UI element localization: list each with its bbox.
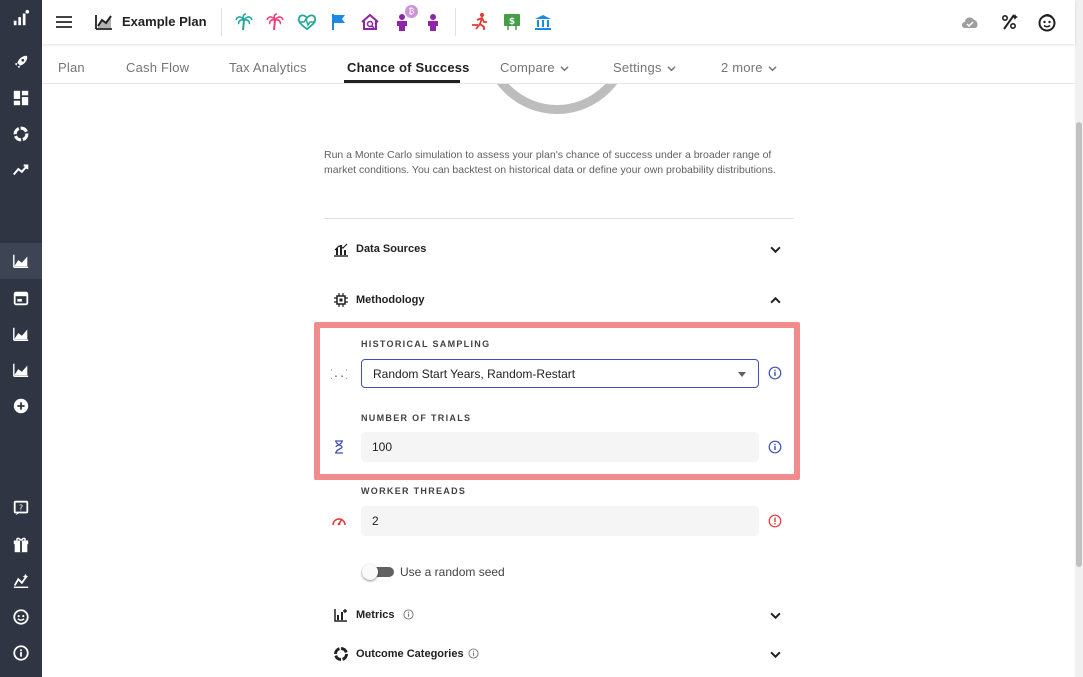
section-title: Data Sources bbox=[356, 243, 427, 255]
speedometer-icon bbox=[332, 518, 346, 526]
section-title: Outcome Categories bbox=[356, 648, 464, 660]
chevron-down-icon[interactable] bbox=[770, 244, 781, 255]
svg-text:?: ? bbox=[19, 503, 23, 513]
tab-more-label: 2 more bbox=[721, 60, 763, 75]
hourglass-icon bbox=[335, 440, 343, 454]
chart-sparkle-icon[interactable] bbox=[11, 571, 31, 591]
chevron-down-icon[interactable] bbox=[770, 610, 781, 621]
random-seed-toggle[interactable] bbox=[362, 564, 394, 580]
person-icon[interactable] bbox=[423, 12, 443, 32]
area-chart-icon[interactable] bbox=[0, 243, 42, 279]
percent-icon[interactable] bbox=[999, 12, 1019, 32]
tab-tax-analytics[interactable]: Tax Analytics bbox=[229, 60, 307, 75]
code-braces-icon: {..} bbox=[331, 369, 347, 380]
info-icon[interactable] bbox=[768, 366, 782, 380]
section-data-sources[interactable]: Data Sources bbox=[333, 240, 783, 260]
area-chart-icon[interactable] bbox=[11, 360, 31, 380]
chip-icon bbox=[334, 293, 348, 307]
tab-chance-of-success[interactable]: Chance of Success bbox=[347, 60, 470, 75]
face-icon[interactable] bbox=[11, 607, 31, 627]
rocket-icon[interactable] bbox=[11, 52, 31, 72]
tab-bar: Plan Cash Flow Tax Analytics Chance of S… bbox=[42, 44, 1075, 84]
help-icon[interactable]: ? bbox=[11, 498, 31, 518]
area-chart-icon[interactable] bbox=[11, 324, 31, 344]
divider bbox=[324, 218, 794, 219]
worker-threads-label: WORKER THREADS bbox=[361, 486, 467, 496]
section-title: Methodology bbox=[356, 294, 425, 306]
palm-tree-icon[interactable] bbox=[265, 12, 285, 32]
user-avatar-icon[interactable] bbox=[1037, 12, 1057, 32]
dropdown-caret-icon bbox=[738, 372, 746, 377]
chevron-up-icon[interactable] bbox=[770, 295, 781, 306]
worker-threads-input[interactable] bbox=[361, 506, 759, 536]
house-search-icon[interactable] bbox=[360, 12, 380, 32]
flag-icon[interactable] bbox=[329, 12, 349, 32]
tab-settings-label: Settings bbox=[613, 60, 662, 75]
add-circle-icon[interactable] bbox=[11, 396, 31, 416]
chevron-down-icon bbox=[560, 66, 569, 72]
section-metrics[interactable]: Metrics bbox=[333, 606, 783, 626]
info-icon[interactable] bbox=[403, 609, 414, 620]
scrollbar-thumb[interactable] bbox=[1076, 122, 1082, 567]
historical-sampling-value: Random Start Years, Random-Restart bbox=[373, 367, 576, 381]
plan-title[interactable]: Example Plan bbox=[122, 14, 207, 29]
chevron-down-icon[interactable] bbox=[770, 649, 781, 660]
calendar-icon[interactable] bbox=[11, 288, 31, 308]
heartbeat-icon[interactable] bbox=[297, 12, 317, 32]
left-rail: ? bbox=[0, 0, 42, 677]
random-seed-label: Use a random seed bbox=[400, 565, 505, 579]
notification-badge: ₿ bbox=[405, 5, 418, 18]
donut-chart-icon bbox=[334, 647, 348, 661]
trend-icon[interactable] bbox=[11, 160, 31, 180]
vertical-scrollbar[interactable] bbox=[1075, 0, 1083, 677]
tab-cash-flow[interactable]: Cash Flow bbox=[126, 60, 189, 75]
tab-more[interactable]: 2 more bbox=[721, 60, 777, 75]
tab-settings[interactable]: Settings bbox=[613, 60, 676, 75]
number-of-trials-label: NUMBER OF TRIALS bbox=[361, 413, 472, 423]
tab-plan[interactable]: Plan bbox=[58, 60, 85, 75]
toggle-knob bbox=[362, 564, 378, 580]
svg-text:{..}: {..} bbox=[331, 369, 347, 380]
svg-text:$: $ bbox=[509, 17, 515, 27]
historical-sampling-label: HISTORICAL SAMPLING bbox=[361, 339, 491, 349]
info-icon[interactable] bbox=[768, 440, 782, 454]
chevron-down-icon bbox=[666, 66, 676, 72]
divider bbox=[221, 8, 222, 36]
donut-chart-icon[interactable] bbox=[11, 124, 31, 144]
number-of-trials-input[interactable] bbox=[361, 432, 759, 462]
palm-tree-icon[interactable] bbox=[234, 12, 254, 32]
section-methodology[interactable]: Methodology bbox=[333, 291, 783, 311]
section-outcome-categories[interactable]: Outcome Categories bbox=[333, 645, 783, 665]
run-icon[interactable] bbox=[470, 12, 490, 32]
top-header: Example Plan ₿ $ bbox=[42, 0, 1075, 44]
app-logo-icon[interactable] bbox=[11, 8, 31, 28]
warning-info-icon[interactable] bbox=[768, 514, 782, 528]
gift-icon[interactable] bbox=[11, 535, 31, 555]
section-title: Metrics bbox=[356, 609, 395, 621]
dashboard-icon[interactable] bbox=[11, 88, 31, 108]
cloud-icon[interactable] bbox=[960, 12, 980, 32]
intro-text: Run a Monte Carlo simulation to assess y… bbox=[324, 149, 776, 176]
metrics-chart-icon bbox=[334, 609, 347, 622]
info-icon[interactable] bbox=[11, 643, 31, 663]
active-tab-underline bbox=[344, 80, 460, 83]
info-icon[interactable] bbox=[468, 648, 479, 659]
money-icon[interactable]: $ bbox=[502, 12, 522, 32]
historical-sampling-select[interactable]: Random Start Years, Random-Restart bbox=[361, 359, 759, 388]
menu-icon[interactable] bbox=[55, 12, 73, 32]
data-sources-icon bbox=[334, 243, 348, 257]
bank-icon[interactable] bbox=[533, 12, 553, 32]
tab-compare[interactable]: Compare bbox=[500, 60, 569, 75]
plan-chart-icon bbox=[94, 12, 114, 32]
tab-compare-label: Compare bbox=[500, 60, 555, 75]
divider bbox=[455, 8, 456, 36]
success-gauge bbox=[482, 84, 632, 116]
chevron-down-icon bbox=[768, 66, 777, 72]
